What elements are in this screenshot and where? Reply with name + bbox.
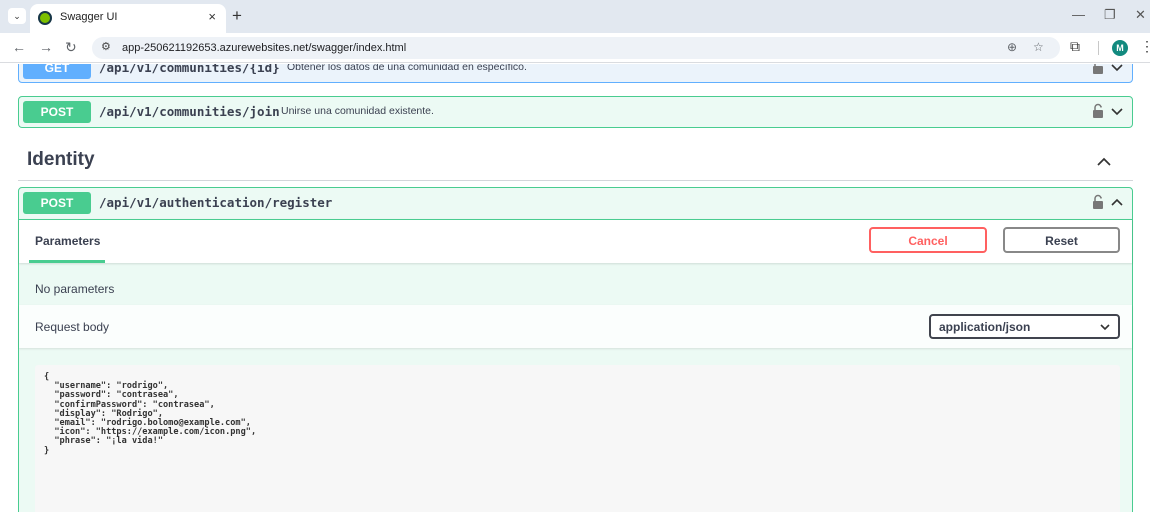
method-badge: POST	[23, 101, 91, 123]
endpoint-summary[interactable]: POST /api/v1/authentication/register	[19, 188, 1132, 218]
endpoint-path: /api/v1/authentication/register	[99, 195, 333, 210]
request-body-editor[interactable]: { "username": "rodrigo", "password": "co…	[35, 365, 1120, 512]
swagger-favicon	[38, 11, 52, 25]
endpoint-path: /api/v1/communities/join	[99, 104, 280, 119]
endpoint-description: Unirse una comunidad existente.	[281, 105, 434, 117]
lock-icon[interactable]	[1092, 64, 1104, 75]
endpoint-summary[interactable]: POST /api/v1/communities/join Unirse una…	[19, 97, 1132, 127]
request-body-json[interactable]: { "username": "rodrigo", "password": "co…	[44, 372, 1111, 456]
menu-kebab-icon[interactable]: ⋮	[1140, 38, 1150, 55]
minimize-button[interactable]: —	[1072, 7, 1085, 22]
chevron-down-icon[interactable]	[1110, 104, 1124, 118]
browser-tab-strip: ⌄ Swagger UI × + — ❐ ✕	[0, 0, 1150, 33]
cancel-button[interactable]: Cancel	[869, 227, 987, 253]
chevron-up-icon[interactable]	[1110, 195, 1124, 209]
tab-search-icon[interactable]: ⌄	[8, 8, 26, 24]
content-type-value: application/json	[939, 320, 1031, 334]
tab-parameters[interactable]: Parameters	[35, 234, 100, 248]
reload-icon[interactable]: ↻	[65, 39, 77, 56]
new-tab-button[interactable]: +	[232, 6, 242, 26]
section-title[interactable]: Identity	[27, 149, 95, 171]
close-window-button[interactable]: ✕	[1135, 7, 1146, 23]
endpoint-post-join[interactable]: POST /api/v1/communities/join Unirse una…	[18, 96, 1133, 128]
method-badge: GET	[23, 64, 91, 79]
request-body-header: Request body application/json	[19, 305, 1132, 348]
forward-icon[interactable]: →	[39, 39, 53, 55]
address-bar-row: ← → ↻ ⚙ app-250621192653.azurewebsites.n…	[0, 33, 1150, 63]
omnibox[interactable]: ⚙ app-250621192653.azurewebsites.net/swa…	[92, 37, 1060, 59]
unlock-icon[interactable]	[1092, 194, 1104, 210]
endpoint-description: Obtener los datos de una comunidad en es…	[287, 64, 527, 73]
parameters-header: Parameters Cancel Reset	[19, 219, 1132, 263]
no-parameters-text: No parameters	[35, 282, 115, 296]
profile-avatar[interactable]: M	[1112, 40, 1128, 56]
back-icon[interactable]: ←	[12, 39, 26, 55]
tab-title: Swagger UI	[60, 11, 118, 23]
content-type-select[interactable]: application/json	[929, 314, 1120, 339]
endpoint-path: /api/v1/communities/{id}	[99, 64, 280, 75]
url-text[interactable]: app-250621192653.azurewebsites.net/swagg…	[122, 42, 406, 54]
reset-button[interactable]: Reset	[1003, 227, 1120, 253]
chevron-down-icon[interactable]	[1110, 64, 1124, 74]
section-divider	[18, 180, 1133, 181]
tab-active-indicator	[29, 260, 105, 263]
site-settings-icon[interactable]: ⚙	[101, 40, 111, 53]
endpoint-summary[interactable]: GET /api/v1/communities/{id} Obtener los…	[19, 64, 1132, 83]
endpoint-post-register: POST /api/v1/authentication/register Par…	[18, 187, 1133, 512]
request-body-label: Request body	[35, 320, 110, 334]
endpoint-get-community[interactable]: GET /api/v1/communities/{id} Obtener los…	[18, 64, 1133, 83]
browser-tab[interactable]: Swagger UI ×	[30, 4, 226, 33]
restore-button[interactable]: ❐	[1104, 7, 1116, 23]
unlock-icon[interactable]	[1092, 103, 1104, 119]
zoom-icon[interactable]: ⊕	[1007, 40, 1017, 54]
tab-close-icon[interactable]: ×	[208, 9, 216, 24]
chevron-up-icon[interactable]	[1096, 155, 1112, 169]
method-badge: POST	[23, 192, 91, 214]
extensions-icon[interactable]: ⧉	[1070, 38, 1080, 55]
bookmark-star-icon[interactable]: ☆	[1033, 40, 1044, 54]
chevron-down-icon	[1100, 324, 1110, 331]
toolbar-divider	[1098, 41, 1099, 55]
swagger-page: GET /api/v1/communities/{id} Obtener los…	[0, 64, 1150, 512]
